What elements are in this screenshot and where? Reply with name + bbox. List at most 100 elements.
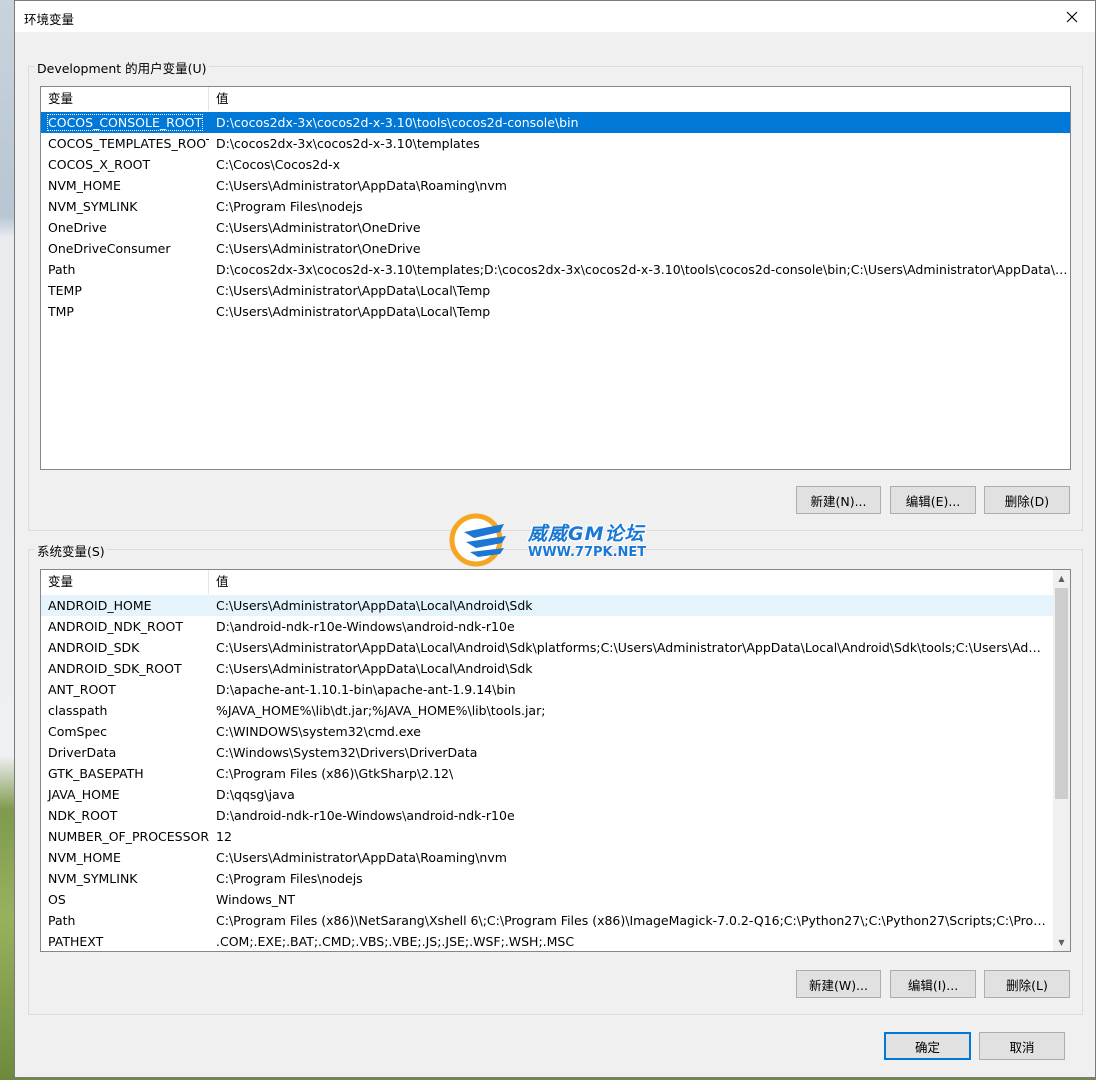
table-row[interactable]: NUMBER_OF_PROCESSORS 12 [41,826,1053,847]
table-row[interactable]: OneDriveConsumer C:\Users\Administrator\O… [41,238,1070,259]
variable-name-cell: PATHEXT [41,931,209,951]
table-row[interactable]: ANT_ROOT D:\apache-ant-1.10.1-bin\apache-… [41,679,1053,700]
variable-value-cell: C:\Program Files (x86)\NetSarang\Xshell … [216,913,1053,928]
column-header-variable[interactable]: 变量 [41,570,209,594]
user-delete-button[interactable]: 删除(D) [984,486,1070,514]
user-vars-rows: COCOS_CONSOLE_ROOT D:\cocos2dx-3x\cocos2d… [41,112,1070,322]
user-new-button[interactable]: 新建(N)... [796,486,881,514]
variable-value-cell: C:\Users\Administrator\OneDrive [216,220,421,235]
variable-name: NVM_HOME [48,178,121,193]
variable-name-cell: TEMP [41,280,209,301]
variable-name: GTK_BASEPATH [48,766,144,781]
close-icon [1066,11,1078,22]
variable-name-cell: ANT_ROOT [41,679,209,700]
scroll-down-arrow-icon[interactable]: ▼ [1053,934,1070,951]
variable-name: ANDROID_SDK [48,640,140,655]
table-row[interactable]: Path C:\Program Files (x86)\NetSarang\Xsh… [41,910,1053,931]
column-header-variable[interactable]: 变量 [41,87,209,111]
table-row[interactable]: JAVA_HOME D:\qqsg\java [41,784,1053,805]
variable-value-cell: C:\Users\Administrator\AppData\Local\Tem… [216,304,491,319]
variable-name-cell: ANDROID_SDK [41,637,209,658]
scrollbar-thumb[interactable] [1055,588,1068,799]
variable-name-cell: ANDROID_NDK_ROOT [41,616,209,637]
variable-value-cell: C:\Users\Administrator\AppData\Roaming\n… [216,850,507,865]
user-edit-button[interactable]: 编辑(E)... [890,486,976,514]
variable-name-cell: OneDrive [41,217,209,238]
close-button[interactable] [1049,1,1095,32]
user-vars-header: 变量 值 [41,87,1070,111]
variable-name: NVM_SYMLINK [48,871,138,886]
table-row[interactable]: ANDROID_SDK C:\Users\Administrator\AppDat… [41,637,1053,658]
table-row[interactable]: TMP C:\Users\Administrator\AppData\Local\… [41,301,1070,322]
variable-value-cell: D:\cocos2dx-3x\cocos2d-x-3.10\templates;… [216,262,1070,277]
variable-name-cell: ComSpec [41,721,209,742]
table-row[interactable]: Path D:\cocos2dx-3x\cocos2d-x-3.10\templa… [41,259,1070,280]
variable-name-cell: DriverData [41,742,209,763]
system-edit-button[interactable]: 编辑(I)... [890,970,976,998]
table-row[interactable]: PATHEXT .COM;.EXE;.BAT;.CMD;.VBS;.VBE;.JS… [41,931,1053,951]
variable-name: OneDrive [48,220,107,235]
variable-name: COCOS_TEMPLATES_ROOT [48,136,209,151]
variable-value-cell: C:\Users\Administrator\AppData\Local\And… [216,640,1053,655]
variable-value-cell: C:\WINDOWS\system32\cmd.exe [216,724,421,739]
cancel-button[interactable]: 取消 [979,1032,1065,1060]
scroll-up-arrow-icon[interactable]: ▲ [1053,570,1070,587]
variable-name-cell: Path [41,910,209,931]
table-row[interactable]: DriverData C:\Windows\System32\Drivers\Dr… [41,742,1053,763]
system-new-button[interactable]: 新建(W)... [796,970,881,998]
table-row[interactable]: ComSpec C:\WINDOWS\system32\cmd.exe [41,721,1053,742]
variable-name-cell: OS [41,889,209,910]
table-row[interactable]: classpath %JAVA_HOME%\lib\dt.jar;%JAVA_HO… [41,700,1053,721]
variable-name-cell: GTK_BASEPATH [41,763,209,784]
variable-name: NUMBER_OF_PROCESSORS [48,829,209,844]
table-row[interactable]: GTK_BASEPATH C:\Program Files (x86)\GtkSh… [41,763,1053,784]
variable-value-cell: C:\Users\Administrator\AppData\Local\Tem… [216,283,491,298]
variable-value-cell: C:\Users\Administrator\AppData\Local\And… [216,598,533,613]
variable-name-cell: JAVA_HOME [41,784,209,805]
variable-name-cell: COCOS_TEMPLATES_ROOT [41,133,209,154]
variable-value-cell: D:\cocos2dx-3x\cocos2d-x-3.10\templates [216,136,480,151]
table-row[interactable]: NVM_HOME C:\Users\Administrator\AppData\R… [41,175,1070,196]
table-row[interactable]: OneDrive C:\Users\Administrator\OneDrive [41,217,1070,238]
variable-name: NVM_SYMLINK [48,199,138,214]
window-title: 环境变量 [24,12,75,27]
watermark-logo-icon [449,513,506,567]
variable-name-cell: NVM_SYMLINK [41,868,209,889]
variable-name: NDK_ROOT [48,808,118,823]
table-row[interactable]: ANDROID_NDK_ROOT D:\android-ndk-r10e-Wind… [41,616,1053,637]
variable-name: ANDROID_SDK_ROOT [48,661,182,676]
variable-name-cell: OneDriveConsumer [41,238,209,259]
system-vars-list[interactable]: 变量 值 ANDROID_HOME C:\Users\Administrator\… [40,569,1071,952]
watermark-url: WWW.77PK.NET [528,545,647,560]
table-row[interactable]: ANDROID_SDK_ROOT C:\Users\Administrator\A… [41,658,1053,679]
column-header-value[interactable]: 值 [209,87,1070,111]
table-row[interactable]: NVM_SYMLINK C:\Program Files\nodejs [41,196,1070,217]
variable-value-cell: D:\apache-ant-1.10.1-bin\apache-ant-1.9.… [216,682,516,697]
table-row[interactable]: OS Windows_NT [41,889,1053,910]
table-row[interactable]: NVM_HOME C:\Users\Administrator\AppData\R… [41,847,1053,868]
table-row[interactable]: NDK_ROOT D:\android-ndk-r10e-Windows\andr… [41,805,1053,826]
column-header-value[interactable]: 值 [209,570,1053,594]
system-vars-label: 系统变量(S) [35,541,107,560]
variable-name-cell: NUMBER_OF_PROCESSORS [41,826,209,847]
variable-name: ComSpec [48,724,107,739]
variable-name: ANT_ROOT [48,682,116,697]
variable-name: OS [48,892,66,907]
variable-name: COCOS_CONSOLE_ROOT [46,114,204,131]
table-row[interactable]: NVM_SYMLINK C:\Program Files\nodejs [41,868,1053,889]
table-row[interactable]: COCOS_TEMPLATES_ROOT D:\cocos2dx-3x\cocos… [41,133,1070,154]
system-delete-button[interactable]: 删除(L) [984,970,1070,998]
system-vars-rows: ANDROID_HOME C:\Users\Administrator\AppDa… [41,595,1053,951]
table-row[interactable]: TEMP C:\Users\Administrator\AppData\Local… [41,280,1070,301]
user-vars-label: Development 的用户变量(U) [35,58,209,77]
variable-value-cell: %JAVA_HOME%\lib\dt.jar;%JAVA_HOME%\lib\t… [216,703,546,718]
user-vars-list[interactable]: 变量 值 COCOS_CONSOLE_ROOT D:\cocos2dx-3x\co… [40,86,1071,470]
variable-name: COCOS_X_ROOT [48,157,151,172]
table-row[interactable]: ANDROID_HOME C:\Users\Administrator\AppDa… [41,595,1053,616]
table-row[interactable]: COCOS_CONSOLE_ROOT D:\cocos2dx-3x\cocos2d… [41,112,1070,133]
system-vars-scrollbar[interactable]: ▲ ▼ [1053,570,1070,951]
ok-button[interactable]: 确定 [884,1032,971,1060]
variable-value-cell: C:\Users\Administrator\AppData\Roaming\n… [216,178,507,193]
table-row[interactable]: COCOS_X_ROOT C:\Cocos\Cocos2d-x [41,154,1070,175]
variable-name: ANDROID_HOME [48,598,152,613]
